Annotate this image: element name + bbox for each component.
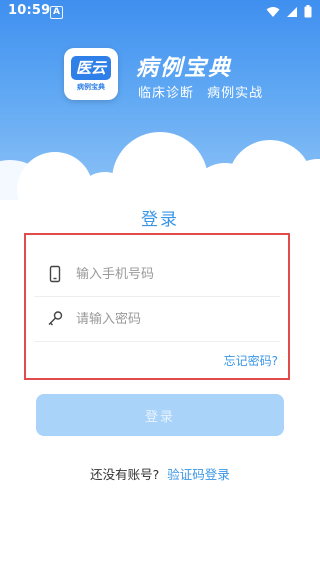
battery-icon — [304, 5, 312, 18]
login-button[interactable]: 登录 — [36, 394, 284, 436]
forgot-password-link[interactable]: 忘记密码? — [224, 352, 278, 369]
phone-field-row — [34, 252, 280, 297]
app-subtitle: 临床诊断 病例实战 — [138, 86, 264, 101]
register-prompt: 还没有账号? 验证码登录 — [0, 464, 320, 483]
app-title: 病例宝典 — [136, 56, 233, 81]
key-icon — [48, 311, 63, 326]
logo-mark: 医云 — [71, 56, 111, 80]
wifi-icon — [266, 6, 280, 17]
password-field-row — [34, 297, 280, 342]
notification-icon: A — [50, 6, 63, 19]
sms-login-link[interactable]: 验证码登录 — [167, 467, 230, 482]
signal-icon — [287, 6, 297, 17]
login-title: 登录 — [141, 210, 179, 230]
phone-icon — [49, 265, 61, 283]
phone-input[interactable] — [76, 266, 266, 282]
login-form: 忘记密码? — [24, 233, 290, 380]
no-account-text: 还没有账号? — [90, 467, 160, 482]
status-time: 10:59 — [8, 3, 51, 18]
app-logo: 医云 病例宝典 — [64, 48, 118, 100]
logo-caption: 病例宝典 — [77, 83, 105, 91]
status-bar: 10:59 A — [0, 0, 320, 24]
password-input[interactable] — [76, 311, 266, 327]
